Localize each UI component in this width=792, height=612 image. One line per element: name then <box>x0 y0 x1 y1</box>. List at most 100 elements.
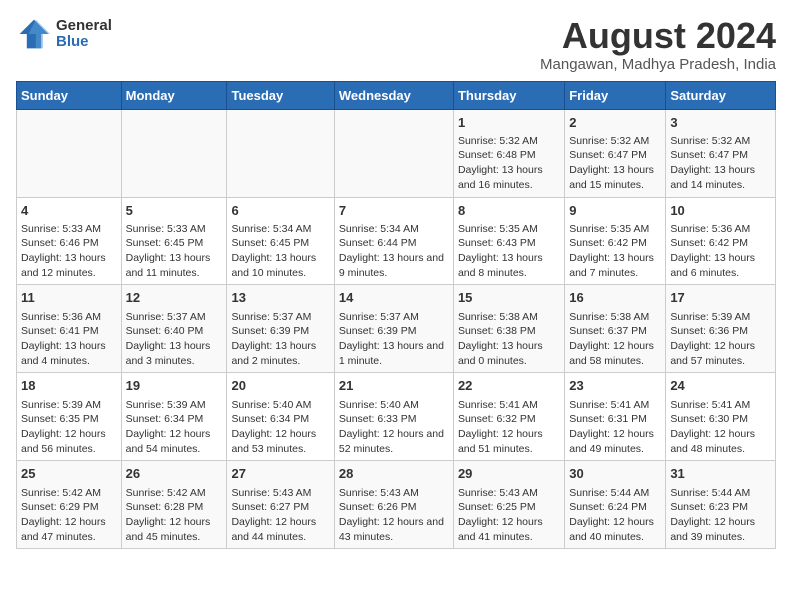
calendar-table: SundayMondayTuesdayWednesdayThursdayFrid… <box>16 81 776 550</box>
calendar-cell: 8Sunrise: 5:35 AM Sunset: 6:43 PM Daylig… <box>453 197 564 285</box>
day-number: 9 <box>569 202 661 220</box>
day-info: Sunrise: 5:42 AM Sunset: 6:29 PM Dayligh… <box>21 486 117 545</box>
day-info: Sunrise: 5:43 AM Sunset: 6:27 PM Dayligh… <box>231 486 329 545</box>
calendar-cell: 16Sunrise: 5:38 AM Sunset: 6:37 PM Dayli… <box>565 285 666 373</box>
day-info: Sunrise: 5:33 AM Sunset: 6:46 PM Dayligh… <box>21 222 117 281</box>
page-header: General Blue August 2024 Mangawan, Madhy… <box>16 16 776 73</box>
calendar-cell: 26 Sunrise: 5:42 AM Sunset: 6:28 PM Dayli… <box>121 461 227 549</box>
calendar-cell: 12 Sunrise: 5:37 AM Sunset: 6:40 PM Dayli… <box>121 285 227 373</box>
day-number: 21 <box>339 377 449 395</box>
calendar-cell <box>334 109 453 197</box>
calendar-cell: 5Sunrise: 5:33 AM Sunset: 6:45 PM Daylig… <box>121 197 227 285</box>
day-info: Sunrise: 5:43 AM Sunset: 6:25 PM Dayligh… <box>458 486 560 545</box>
logo-blue: Blue <box>56 34 112 51</box>
week-row-3: 11 Sunrise: 5:36 AM Sunset: 6:41 PM Dayli… <box>17 285 776 373</box>
day-number: 25 <box>21 465 117 483</box>
calendar-cell: 22 Sunrise: 5:41 AM Sunset: 6:32 PM Dayli… <box>453 373 564 461</box>
day-number: 8 <box>458 202 560 220</box>
day-info: Sunrise: 5:44 AM Sunset: 6:24 PM Dayligh… <box>569 486 661 545</box>
calendar-cell: 20 Sunrise: 5:40 AM Sunset: 6:34 PM Dayli… <box>227 373 334 461</box>
calendar-cell: 29 Sunrise: 5:43 AM Sunset: 6:25 PM Dayli… <box>453 461 564 549</box>
calendar-cell: 6Sunrise: 5:34 AM Sunset: 6:45 PM Daylig… <box>227 197 334 285</box>
calendar-cell <box>227 109 334 197</box>
weekday-header-tuesday: Tuesday <box>227 81 334 109</box>
week-row-1: 1 Sunrise: 5:32 AM Sunset: 6:48 PM Daylig… <box>17 109 776 197</box>
day-info: Sunrise: 5:39 AM Sunset: 6:34 PM Dayligh… <box>126 398 223 457</box>
day-number: 26 <box>126 465 223 483</box>
calendar-cell: 10Sunrise: 5:36 AM Sunset: 6:42 PM Dayli… <box>666 197 776 285</box>
day-number: 23 <box>569 377 661 395</box>
day-info: Sunrise: 5:38 AM Sunset: 6:38 PM Dayligh… <box>458 310 560 369</box>
day-number: 12 <box>126 289 223 307</box>
weekday-header-friday: Friday <box>565 81 666 109</box>
logo-general: General <box>56 18 112 35</box>
day-number: 27 <box>231 465 329 483</box>
day-info: Sunrise: 5:41 AM Sunset: 6:31 PM Dayligh… <box>569 398 661 457</box>
day-info: Sunrise: 5:37 AM Sunset: 6:39 PM Dayligh… <box>339 310 449 369</box>
day-number: 30 <box>569 465 661 483</box>
title-block: August 2024 Mangawan, Madhya Pradesh, In… <box>540 16 776 73</box>
day-info: Sunrise: 5:32 AM Sunset: 6:48 PM Dayligh… <box>458 134 560 193</box>
calendar-cell: 30 Sunrise: 5:44 AM Sunset: 6:24 PM Dayli… <box>565 461 666 549</box>
calendar-cell: 3 Sunrise: 5:32 AM Sunset: 6:47 PM Daylig… <box>666 109 776 197</box>
day-info: Sunrise: 5:39 AM Sunset: 6:36 PM Dayligh… <box>670 310 771 369</box>
day-number: 17 <box>670 289 771 307</box>
day-number: 6 <box>231 202 329 220</box>
day-number: 18 <box>21 377 117 395</box>
day-info: Sunrise: 5:32 AM Sunset: 6:47 PM Dayligh… <box>670 134 771 193</box>
day-info: Sunrise: 5:35 AM Sunset: 6:42 PM Dayligh… <box>569 222 661 281</box>
calendar-cell: 15 Sunrise: 5:38 AM Sunset: 6:38 PM Dayli… <box>453 285 564 373</box>
calendar-cell: 13 Sunrise: 5:37 AM Sunset: 6:39 PM Dayli… <box>227 285 334 373</box>
week-row-4: 18 Sunrise: 5:39 AM Sunset: 6:35 PM Dayli… <box>17 373 776 461</box>
day-number: 28 <box>339 465 449 483</box>
weekday-header-row: SundayMondayTuesdayWednesdayThursdayFrid… <box>17 81 776 109</box>
calendar-cell: 31 Sunrise: 5:44 AM Sunset: 6:23 PM Dayli… <box>666 461 776 549</box>
logo-icon <box>16 16 52 52</box>
calendar-cell: 11 Sunrise: 5:36 AM Sunset: 6:41 PM Dayli… <box>17 285 122 373</box>
calendar-cell: 21 Sunrise: 5:40 AM Sunset: 6:33 PM Dayli… <box>334 373 453 461</box>
day-info: Sunrise: 5:40 AM Sunset: 6:33 PM Dayligh… <box>339 398 449 457</box>
day-number: 24 <box>670 377 771 395</box>
day-info: Sunrise: 5:36 AM Sunset: 6:42 PM Dayligh… <box>670 222 771 281</box>
subtitle: Mangawan, Madhya Pradesh, India <box>540 56 776 73</box>
calendar-cell: 2Sunrise: 5:32 AM Sunset: 6:47 PM Daylig… <box>565 109 666 197</box>
calendar-cell: 28Sunrise: 5:43 AM Sunset: 6:26 PM Dayli… <box>334 461 453 549</box>
day-info: Sunrise: 5:37 AM Sunset: 6:40 PM Dayligh… <box>126 310 223 369</box>
day-info: Sunrise: 5:42 AM Sunset: 6:28 PM Dayligh… <box>126 486 223 545</box>
calendar-cell <box>17 109 122 197</box>
day-info: Sunrise: 5:44 AM Sunset: 6:23 PM Dayligh… <box>670 486 771 545</box>
calendar-cell: 27 Sunrise: 5:43 AM Sunset: 6:27 PM Dayli… <box>227 461 334 549</box>
weekday-header-saturday: Saturday <box>666 81 776 109</box>
day-number: 29 <box>458 465 560 483</box>
day-info: Sunrise: 5:41 AM Sunset: 6:32 PM Dayligh… <box>458 398 560 457</box>
day-number: 15 <box>458 289 560 307</box>
day-info: Sunrise: 5:39 AM Sunset: 6:35 PM Dayligh… <box>21 398 117 457</box>
day-info: Sunrise: 5:33 AM Sunset: 6:45 PM Dayligh… <box>126 222 223 281</box>
main-title: August 2024 <box>540 16 776 56</box>
weekday-header-sunday: Sunday <box>17 81 122 109</box>
day-info: Sunrise: 5:40 AM Sunset: 6:34 PM Dayligh… <box>231 398 329 457</box>
day-number: 20 <box>231 377 329 395</box>
weekday-header-wednesday: Wednesday <box>334 81 453 109</box>
calendar-cell: 24Sunrise: 5:41 AM Sunset: 6:30 PM Dayli… <box>666 373 776 461</box>
day-number: 14 <box>339 289 449 307</box>
calendar-cell: 4Sunrise: 5:33 AM Sunset: 6:46 PM Daylig… <box>17 197 122 285</box>
day-number: 1 <box>458 114 560 132</box>
logo: General Blue <box>16 16 112 52</box>
day-number: 3 <box>670 114 771 132</box>
calendar-cell: 14 Sunrise: 5:37 AM Sunset: 6:39 PM Dayli… <box>334 285 453 373</box>
day-info: Sunrise: 5:34 AM Sunset: 6:44 PM Dayligh… <box>339 222 449 281</box>
day-info: Sunrise: 5:32 AM Sunset: 6:47 PM Dayligh… <box>569 134 661 193</box>
day-number: 22 <box>458 377 560 395</box>
calendar-cell: 1 Sunrise: 5:32 AM Sunset: 6:48 PM Daylig… <box>453 109 564 197</box>
calendar-cell: 9 Sunrise: 5:35 AM Sunset: 6:42 PM Daylig… <box>565 197 666 285</box>
day-number: 13 <box>231 289 329 307</box>
day-info: Sunrise: 5:37 AM Sunset: 6:39 PM Dayligh… <box>231 310 329 369</box>
day-number: 11 <box>21 289 117 307</box>
calendar-cell <box>121 109 227 197</box>
day-number: 31 <box>670 465 771 483</box>
day-info: Sunrise: 5:36 AM Sunset: 6:41 PM Dayligh… <box>21 310 117 369</box>
calendar-cell: 7Sunrise: 5:34 AM Sunset: 6:44 PM Daylig… <box>334 197 453 285</box>
day-number: 19 <box>126 377 223 395</box>
day-number: 16 <box>569 289 661 307</box>
